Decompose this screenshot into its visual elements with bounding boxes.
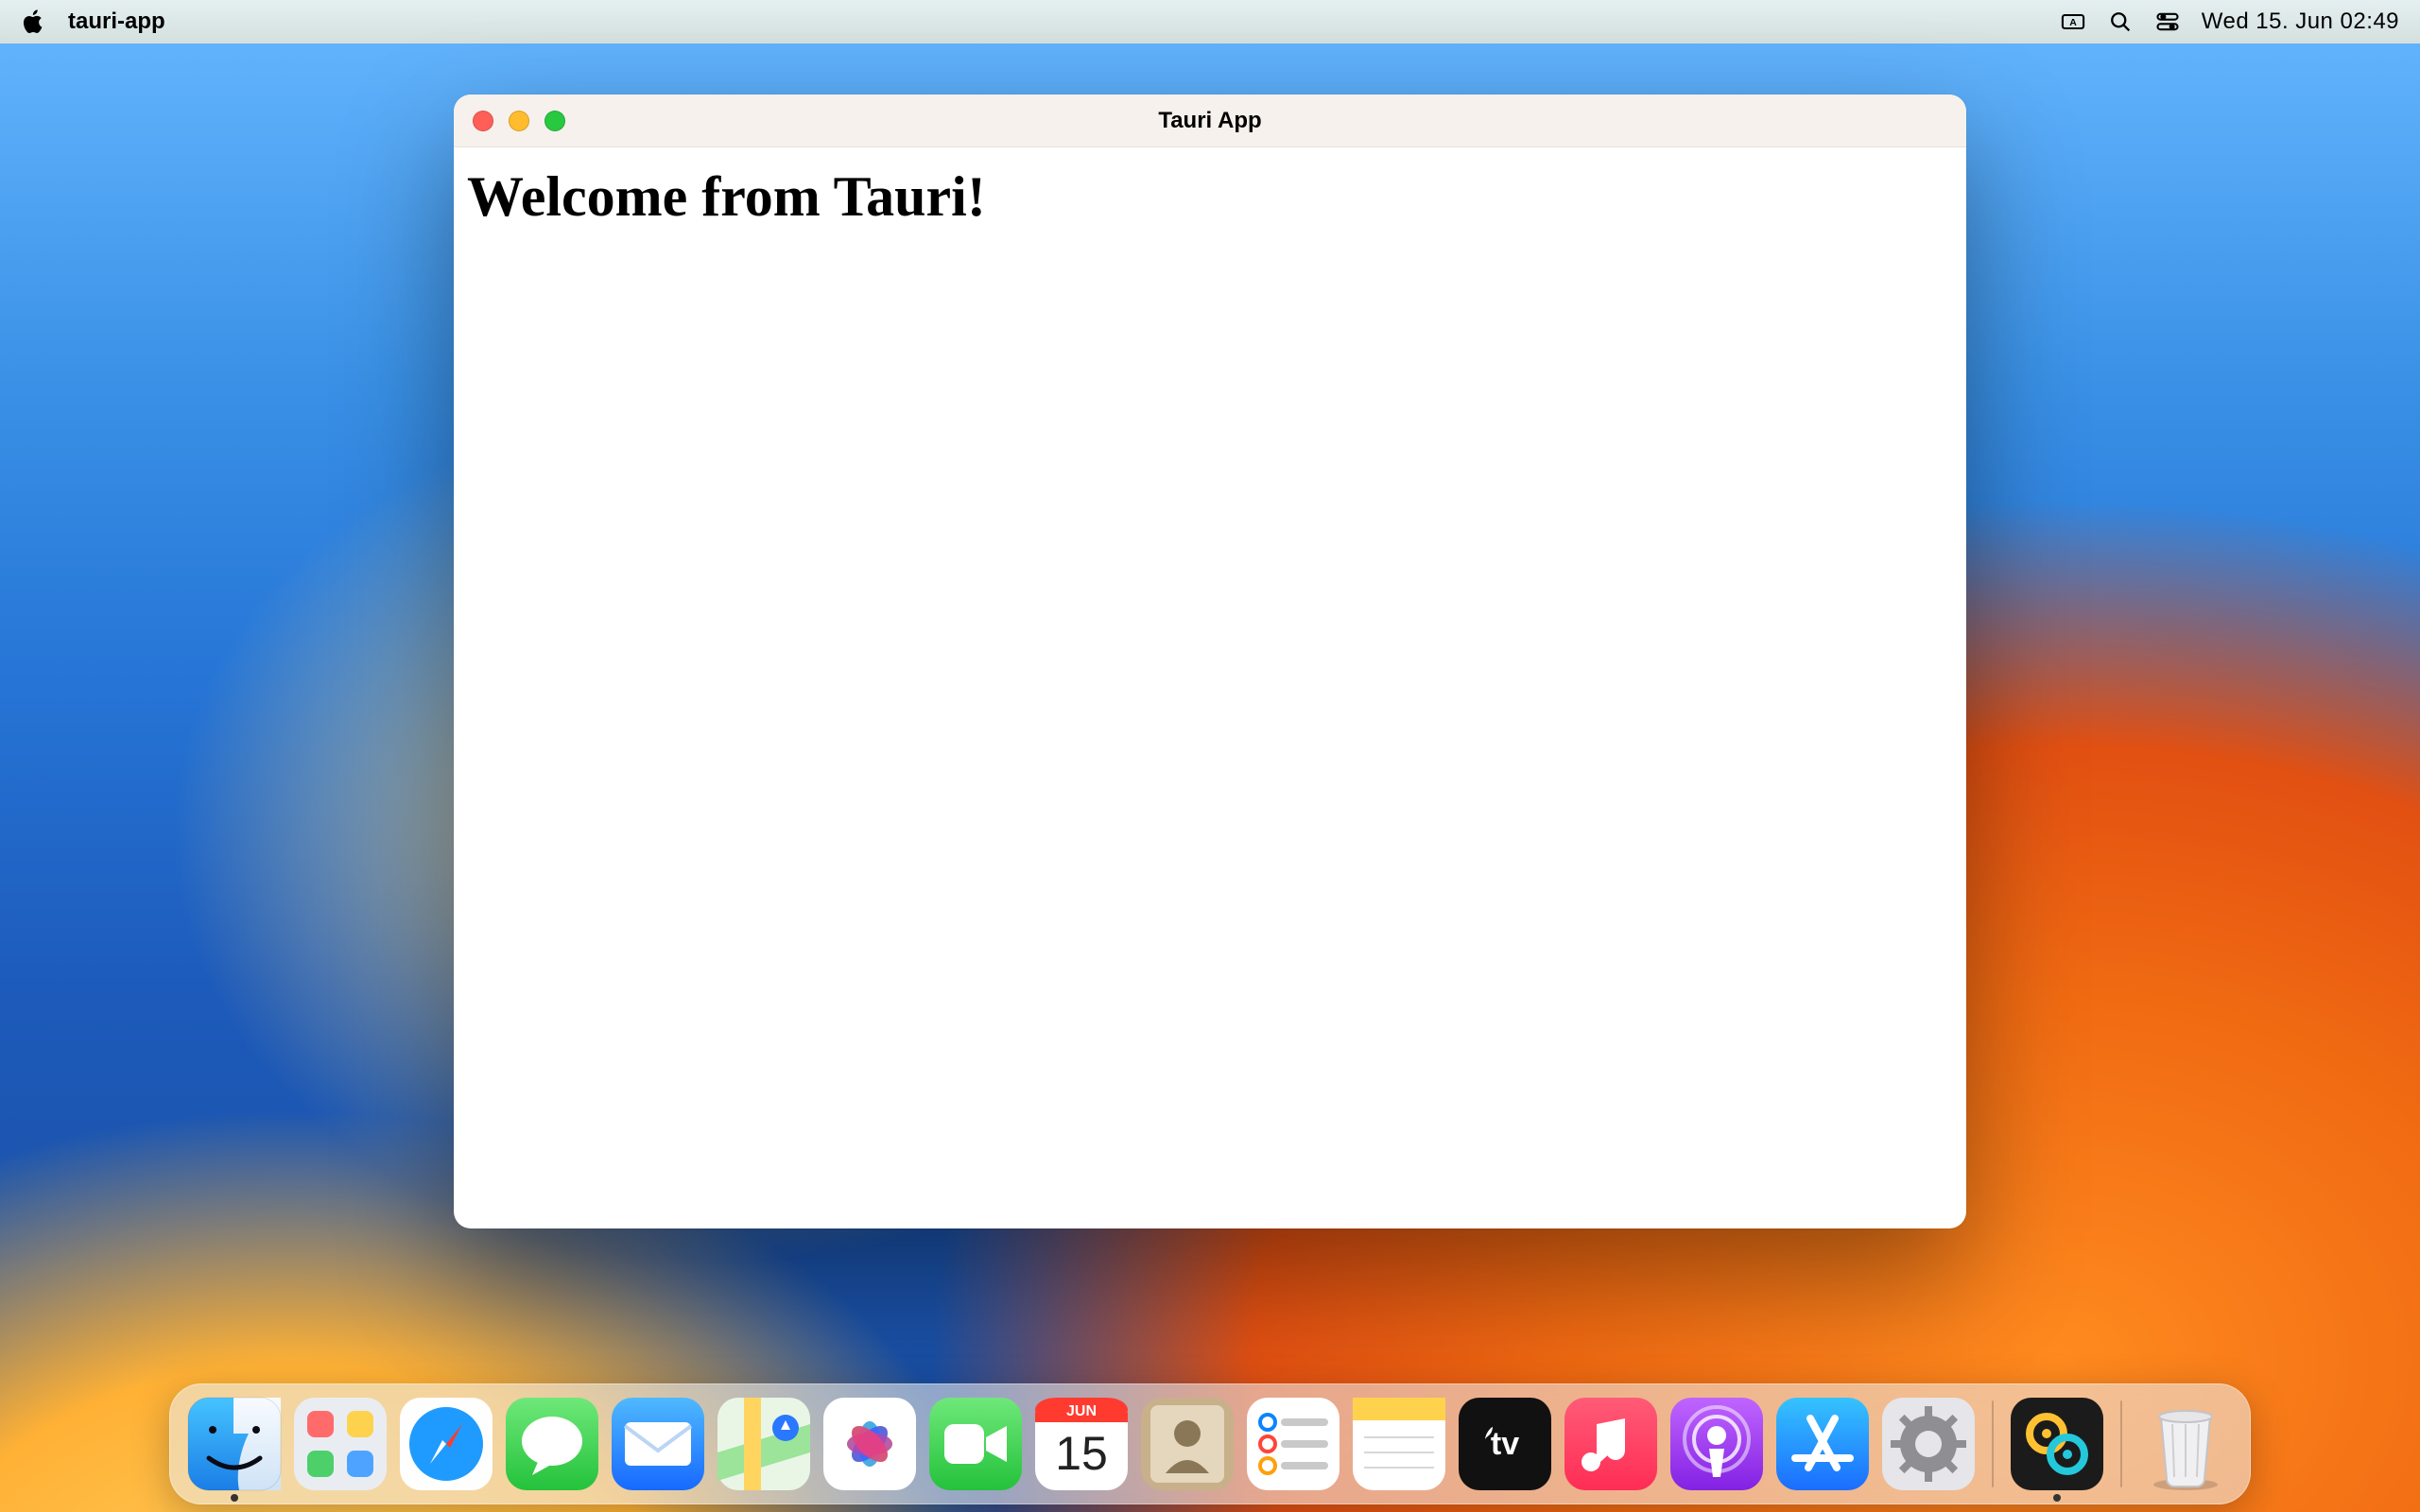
window-minimize-button[interactable] — [509, 111, 529, 131]
dock-item-system-settings[interactable] — [1880, 1396, 1977, 1492]
menubar-clock[interactable]: Wed 15. Jun 02:49 — [2202, 9, 2399, 35]
dock-item-appstore[interactable] — [1774, 1396, 1871, 1492]
svg-text:A: A — [2069, 17, 2077, 28]
dock-item-facetime[interactable] — [927, 1396, 1024, 1492]
dock-item-tauri[interactable] — [2009, 1396, 2105, 1492]
dock-item-maps[interactable] — [716, 1396, 812, 1492]
dock-separator — [2120, 1400, 2122, 1487]
dock-item-podcasts[interactable] — [1668, 1396, 1765, 1492]
dock-item-photos[interactable] — [821, 1396, 918, 1492]
dock-item-calendar[interactable]: JUN 15 — [1033, 1396, 1130, 1492]
calendar-day: 15 — [1033, 1426, 1130, 1481]
window-close-button[interactable] — [473, 111, 493, 131]
window-maximize-button[interactable] — [544, 111, 565, 131]
dock-separator — [1992, 1400, 1994, 1487]
dock-item-contacts[interactable] — [1139, 1396, 1236, 1492]
dock-item-mail[interactable] — [610, 1396, 706, 1492]
dock-item-messages[interactable] — [504, 1396, 600, 1492]
dock-item-launchpad[interactable] — [292, 1396, 389, 1492]
dock-item-finder[interactable] — [186, 1396, 283, 1492]
app-window: Tauri App Welcome from Tauri! — [454, 94, 1966, 1228]
dock: JUN 15 tv — [169, 1383, 2251, 1504]
dock-item-safari[interactable] — [398, 1396, 494, 1492]
dock-item-trash[interactable] — [2137, 1396, 2234, 1492]
dock-indicator — [2053, 1494, 2061, 1502]
desktop: tauri-app A Wed 15. Jun 02:49 Tauri App — [0, 0, 2420, 1512]
dock-indicator — [231, 1494, 238, 1502]
calendar-month: JUN — [1033, 1403, 1130, 1420]
control-center-icon[interactable] — [2154, 9, 2181, 35]
svg-text:tv: tv — [1491, 1426, 1519, 1462]
apple-menu-icon[interactable] — [21, 9, 47, 35]
dock-item-reminders[interactable] — [1245, 1396, 1341, 1492]
dock-item-music[interactable] — [1563, 1396, 1659, 1492]
menubar: tauri-app A Wed 15. Jun 02:49 — [0, 0, 2420, 43]
keyboard-layout-icon[interactable]: A — [2060, 9, 2086, 35]
spotlight-icon[interactable] — [2107, 9, 2134, 35]
window-content: Welcome from Tauri! — [454, 147, 1966, 247]
page-heading: Welcome from Tauri! — [467, 164, 1953, 230]
window-title: Tauri App — [1158, 108, 1261, 134]
titlebar[interactable]: Tauri App — [454, 94, 1966, 147]
dock-item-notes[interactable] — [1351, 1396, 1447, 1492]
menubar-app-name[interactable]: tauri-app — [68, 9, 165, 35]
dock-item-tv[interactable]: tv — [1457, 1396, 1553, 1492]
